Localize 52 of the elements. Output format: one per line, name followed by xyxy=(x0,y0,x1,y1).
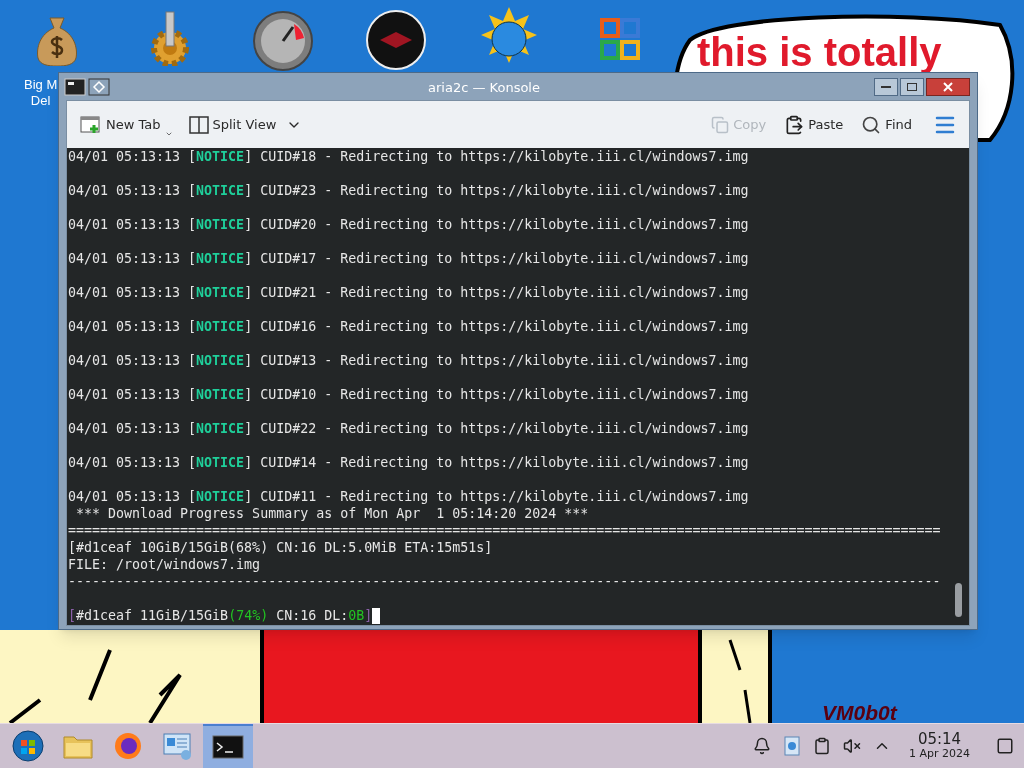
close-button[interactable] xyxy=(926,77,970,96)
muted-speaker-icon[interactable] xyxy=(843,737,861,755)
maximize-button[interactable] xyxy=(900,77,924,96)
terminal-line: 04/01 05:13:13 [NOTICE] CUID#23 - Redirecting to https://kilobyte.iii.cl/windows7.img xyxy=(68,182,749,199)
desktop-icon-label[interactable]: Big M Del xyxy=(24,77,58,109)
terminal-line: 04/01 05:13:13 [NOTICE] CUID#21 - Redirecting to https://kilobyte.iii.cl/windows7.img xyxy=(68,284,749,301)
search-icon xyxy=(861,114,882,135)
money-bag-icon[interactable] xyxy=(34,14,80,66)
terminal-task-button[interactable] xyxy=(203,724,253,768)
maximize-icon xyxy=(907,82,917,91)
window-title: aria2c — Konsole xyxy=(428,79,540,97)
terminal-line: 04/01 05:13:13 [NOTICE] CUID#14 - Redirecting to https://kilobyte.iii.cl/windows7.img xyxy=(68,454,749,471)
terminal-line: 04/01 05:13:13 [NOTICE] CUID#11 - Redirecting to https://kilobyte.iii.cl/windows7.img xyxy=(68,488,749,505)
terminal-line: *** Download Progress Summary as of Mon Apr 1 05:14:20 2024 *** xyxy=(75,505,589,522)
signature-text: VM0b0t xyxy=(822,702,897,724)
find-button[interactable]: Find xyxy=(858,108,915,141)
terminal-line: 04/01 05:13:13 [NOTICE] CUID#16 - Redirecting to https://kilobyte.iii.cl/windows7.img xyxy=(68,318,749,335)
close-icon xyxy=(943,81,953,92)
control-panel-icon xyxy=(162,731,194,761)
start-orb-icon xyxy=(12,730,44,762)
terminal-line: [#d1ceaf 11GiB/15GiB(74%) CN:16 DL:0B] xyxy=(68,607,381,624)
notification-bell-icon[interactable] xyxy=(753,737,771,755)
paste-button[interactable]: Paste xyxy=(781,108,847,141)
browser-icon xyxy=(113,731,143,761)
text-cursor xyxy=(372,607,381,624)
clipboard-icon[interactable] xyxy=(813,737,831,755)
terminal-line: ============================================================================================================= xyxy=(68,522,941,539)
new-tab-icon xyxy=(80,114,102,135)
terminal-line: [#d1ceaf 10GiB/15GiB(68%) CN:16 DL:5.0MiB ETA:15m51s] xyxy=(68,539,493,556)
terminal-line: ------------------------------------------------------------------------------------------------------------- xyxy=(68,573,941,590)
show-desktop-icon[interactable] xyxy=(996,737,1014,755)
terminal-app-icon[interactable] xyxy=(64,77,86,96)
terminal-line: 04/01 05:13:13 [NOTICE] CUID#22 - Redirecting to https://kilobyte.iii.cl/windows7.img xyxy=(68,420,749,437)
terminal-line: 04/01 05:13:13 [NOTICE] CUID#20 - Redirecting to https://kilobyte.iii.cl/windows7.img xyxy=(68,216,749,233)
terminal-line: 04/01 05:13:13 [NOTICE] CUID#13 - Redirecting to https://kilobyte.iii.cl/windows7.img xyxy=(68,352,749,369)
minimize-button[interactable] xyxy=(874,77,898,96)
folder-icon xyxy=(63,733,93,759)
terminal-icon xyxy=(212,734,244,760)
gauge-icon[interactable] xyxy=(252,10,314,72)
terminal-line: 04/01 05:13:13 [NOTICE] CUID#10 - Redirecting to https://kilobyte.iii.cl/windows7.img xyxy=(68,386,749,403)
terminal-line: 04/01 05:13:13 [NOTICE] CUID#18 - Redirecting to https://kilobyte.iii.cl/windows7.img xyxy=(68,148,749,165)
split-view-icon xyxy=(188,115,209,134)
copy-icon xyxy=(711,115,730,134)
split-view-button[interactable]: Split View xyxy=(185,108,306,141)
terminal-line: 04/01 05:13:13 [NOTICE] CUID#17 - Redirecting to https://kilobyte.iii.cl/windows7.img xyxy=(68,250,749,267)
new-tab-button[interactable]: New Tab xyxy=(77,108,176,141)
speech-bubble-text: this is totally xyxy=(697,29,942,76)
game-logo-icon[interactable] xyxy=(366,10,426,70)
scrollbar-handle[interactable] xyxy=(955,583,962,617)
terminal-line: FILE: /root/windows7.img xyxy=(68,556,261,573)
clock[interactable]: 05:14 1 Apr 2024 xyxy=(903,731,976,761)
paste-icon xyxy=(784,114,805,135)
